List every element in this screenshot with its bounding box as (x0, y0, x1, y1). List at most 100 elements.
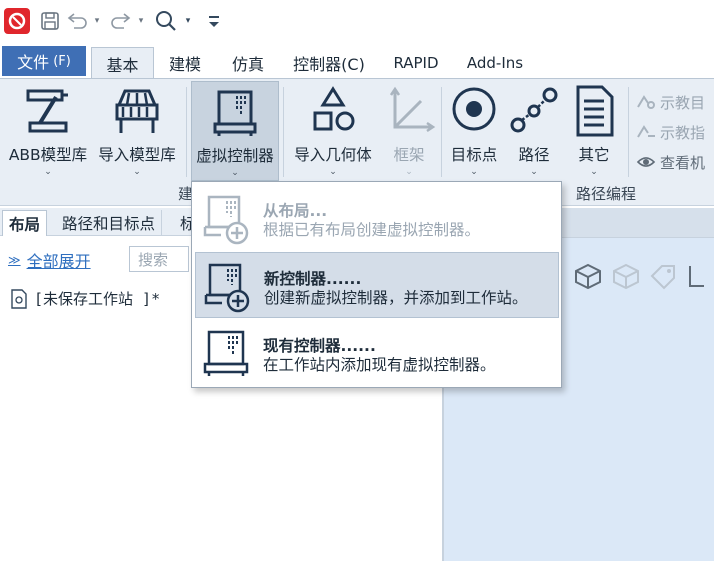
menu-item-new-controller-title: 新控制器...... (264, 270, 362, 288)
cube-outline-icon[interactable] (610, 262, 642, 290)
frame-label: 框架 (393, 146, 425, 164)
tag-icon[interactable] (648, 262, 680, 290)
teach-instruction-label: 示教指 (660, 123, 706, 142)
tab-paths-targets-label: 路径和目标点 (62, 215, 156, 233)
tab-layout[interactable]: 布局 (2, 210, 48, 236)
import-geometry-label: 导入几何体 (294, 146, 372, 164)
import-library-label: 导入模型库 (98, 146, 176, 164)
chevron-down-icon: ⌄ (470, 167, 478, 177)
other-button[interactable]: 其它 ⌄ (566, 81, 622, 181)
expand-all-label: 全部展开 (26, 252, 91, 271)
path-label: 路径 (518, 146, 550, 164)
viewport-toolbar (572, 262, 704, 290)
virtual-controller-button[interactable]: 虚拟控制器 ⌄ (191, 81, 279, 181)
controller-cabinet-icon (203, 330, 249, 376)
tab-addins-label: Add-Ins (466, 53, 524, 72)
other-label: 其它 (578, 146, 610, 164)
app-logo-icon[interactable] (4, 8, 30, 34)
station-tree-item-label: [未保存工作站 ]* (34, 290, 161, 308)
search-dropdown-icon[interactable]: ▾ (182, 6, 194, 36)
chevron-down-icon: ⌄ (133, 167, 141, 177)
menu-item-existing-controller-desc: 在工作站内添加现有虚拟控制器。 (263, 356, 496, 374)
controller-add-icon (203, 195, 249, 245)
ribbon-separator (628, 87, 629, 177)
chevron-down-icon: ⌄ (329, 167, 337, 177)
search-placeholder: 搜索 (138, 251, 169, 269)
menu-item-existing-controller[interactable]: 现有控制器...... 在工作站内添加现有虚拟控制器。 (195, 320, 559, 386)
target-button[interactable]: 目标点 ⌄ (444, 81, 504, 181)
conveyor-icon (115, 89, 159, 133)
save-icon[interactable] (38, 6, 62, 36)
tab-basic[interactable]: 基本 (91, 47, 154, 80)
ribbon-separator (283, 87, 284, 177)
menu-item-from-layout-desc: 根据已有布局创建虚拟控制器。 (263, 221, 481, 239)
view-robot-label: 查看机 (660, 153, 706, 172)
menu-item-new-controller[interactable]: 新控制器...... 创建新虚拟控制器，并添加到工作站。 (195, 252, 559, 318)
tab-layout-label: 布局 (9, 215, 41, 234)
search-input[interactable]: 搜索 (129, 246, 189, 272)
search-icon[interactable] (152, 6, 180, 36)
path-points-icon (510, 87, 558, 133)
shapes-icon (313, 86, 355, 131)
virtual-controller-label: 虚拟控制器 (196, 147, 274, 165)
tab-paths-targets[interactable]: 路径和目标点 (56, 210, 163, 236)
teach-target-button[interactable]: 示教目 (636, 89, 705, 115)
customize-qat-icon[interactable] (206, 6, 222, 36)
import-geometry-button[interactable]: 导入几何体 ⌄ (288, 81, 378, 181)
teach-target-icon (637, 95, 655, 109)
frame-axes-icon (389, 86, 436, 133)
chevron-down-icon: ⌄ (590, 167, 598, 177)
redo-icon[interactable] (108, 6, 134, 36)
axes-icon[interactable] (686, 262, 704, 290)
eye-icon (636, 157, 656, 167)
controller-cabinet-icon (213, 90, 257, 136)
station-tree-item[interactable]: [未保存工作站 ]* (10, 288, 160, 309)
double-chevron-down-icon: ≫ (8, 253, 21, 267)
cube-view-icon[interactable] (572, 262, 604, 290)
ribbon-tab-bar: 文件 (F) 基本 建模 仿真 控制器(C) RAPID Add-Ins (0, 44, 714, 80)
tab-rapid-label: RAPID (393, 53, 439, 72)
menu-item-existing-controller-title: 现有控制器...... (263, 337, 376, 355)
expand-all-link[interactable]: ≫ 全部展开 (8, 248, 91, 272)
tab-addins[interactable]: Add-Ins (460, 47, 530, 78)
quick-access-toolbar: ▾ ▾ ▾ (0, 0, 714, 44)
tab-simulation[interactable]: 仿真 (222, 47, 274, 78)
station-file-icon (11, 288, 27, 309)
abb-library-label: ABB模型库 (8, 146, 88, 164)
abb-library-button[interactable]: ABB模型库 ⌄ (6, 81, 90, 181)
target-label: 目标点 (450, 146, 498, 164)
tab-modeling[interactable]: 建模 (160, 47, 210, 78)
frame-button[interactable]: 框架 ⌄ (380, 81, 438, 181)
chevron-down-icon: ⌄ (231, 168, 239, 178)
import-library-button[interactable]: 导入模型库 ⌄ (92, 81, 182, 181)
path-button[interactable]: 路径 ⌄ (506, 81, 562, 181)
tab-file[interactable]: 文件 (F) (2, 46, 86, 76)
chevron-down-icon: ⌄ (405, 167, 413, 177)
tab-rapid[interactable]: RAPID (384, 47, 448, 78)
undo-dropdown-icon[interactable]: ▾ (92, 6, 102, 36)
teach-target-label: 示教目 (660, 93, 706, 112)
teach-instruction-button[interactable]: 示教指 (636, 119, 705, 145)
chevron-down-icon: ⌄ (530, 167, 538, 177)
redo-dropdown-icon[interactable]: ▾ (136, 6, 146, 36)
ribbon-separator (186, 87, 187, 177)
controller-add-icon (204, 263, 250, 313)
tab-file-label: 文件 (17, 53, 50, 72)
tab-controller-label: 控制器(C) (293, 54, 365, 74)
menu-item-from-layout[interactable]: 从布局... 根据已有布局创建虚拟控制器。 (195, 185, 559, 251)
ribbon-separator (441, 87, 442, 177)
tab-file-shortcut: (F) (53, 53, 71, 69)
robot-arm-icon (26, 89, 68, 133)
tab-controller[interactable]: 控制器(C) (286, 47, 372, 78)
view-robot-button[interactable]: 查看机 (636, 149, 705, 175)
teach-instruction-icon (637, 125, 655, 138)
tab-simulation-label: 仿真 (231, 54, 264, 74)
tab-modeling-label: 建模 (168, 54, 201, 74)
chevron-down-icon: ⌄ (44, 167, 52, 177)
undo-icon[interactable] (64, 6, 90, 36)
menu-item-from-layout-title: 从布局... (263, 202, 328, 220)
virtual-controller-menu: 从布局... 根据已有布局创建虚拟控制器。 新控制器...... 创建新虚拟控制… (191, 181, 562, 388)
menu-item-new-controller-desc: 创建新虚拟控制器，并添加到工作站。 (264, 289, 528, 307)
target-point-icon (452, 87, 496, 131)
document-list-icon (576, 85, 614, 137)
